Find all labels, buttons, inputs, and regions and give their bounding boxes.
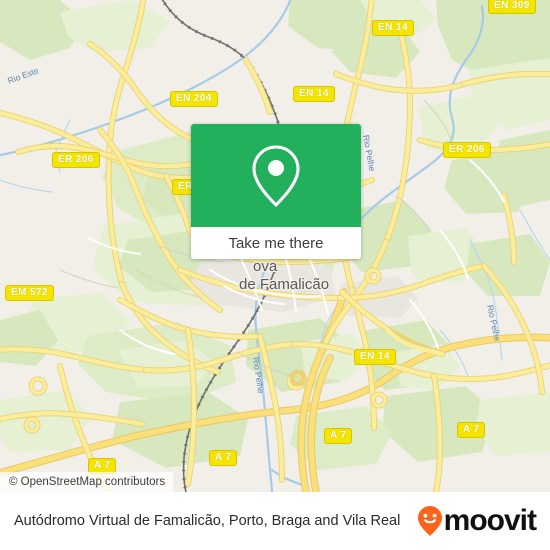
road-shield: EN 309: [488, 0, 536, 14]
road-shield: A 7: [457, 422, 486, 438]
map-pin-icon: [252, 144, 300, 207]
moovit-wordmark: moovit: [443, 504, 537, 537]
road-shield: A 7: [209, 450, 238, 466]
road-shield: A 7: [324, 428, 353, 444]
moovit-logo[interactable]: moovit: [417, 505, 550, 537]
road-shield: ER 206: [52, 152, 100, 168]
road-shield: EN 204: [170, 91, 218, 107]
osm-attribution[interactable]: © OpenStreetMap contributors: [0, 472, 174, 492]
road-shield: EN 14: [293, 86, 335, 102]
road-shield: EN 14: [354, 349, 396, 365]
take-me-there-button[interactable]: Take me there: [191, 227, 361, 259]
place-label: de Famalicão: [239, 276, 330, 293]
page-footer: Autódromo Virtual de Famalicão, Porto, B…: [0, 492, 550, 550]
card-pin-area: [191, 124, 361, 227]
page-title: Autódromo Virtual de Famalicão, Porto, B…: [14, 513, 401, 529]
moovit-pin-smiley-icon: [417, 506, 442, 536]
road-shield: EN 14: [372, 20, 414, 36]
road-shield: ER 206: [443, 142, 491, 158]
take-me-there-card[interactable]: Take me there: [191, 124, 361, 259]
road-shield: EM 572: [5, 285, 54, 301]
moovit-map-page: .forest{fill:#d8e8be;} .grass{fill:#e6f0…: [0, 0, 550, 550]
place-label: ova: [253, 258, 278, 275]
